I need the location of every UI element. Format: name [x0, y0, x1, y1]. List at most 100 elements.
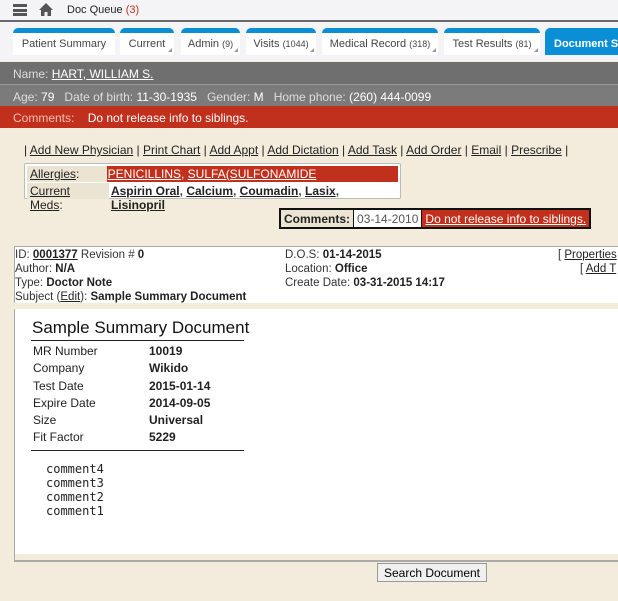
type-value: Doctor Note — [46, 277, 113, 289]
id-label: ID: — [15, 249, 30, 261]
summary-title: Sample Summary Document — [32, 318, 250, 337]
phone-label: Home phone: — [273, 90, 346, 104]
author-label: Author: — [15, 263, 53, 275]
tab-bar: Patient Summary Current Admin (9) Visits… — [0, 22, 618, 61]
dos-value: 01-14-2015 — [322, 249, 382, 261]
patient-name-link[interactable]: HART, WILLIAM S. — [52, 67, 154, 81]
meds-row: Current Meds: Aspirin Oral, Calcium, Cou… — [27, 183, 398, 212]
field-value: Wikido — [149, 361, 189, 376]
rev-label: Revision # — [80, 249, 135, 261]
summary-row: Size Universal — [33, 413, 244, 430]
tab-current[interactable]: Current — [120, 28, 174, 55]
comment-line: comment3 — [46, 476, 104, 490]
dropdown-corner-icon — [432, 48, 436, 52]
comments-label: Comments: — [13, 111, 75, 125]
add-new-physician-link[interactable]: Add New Physician — [30, 143, 133, 157]
comment-date: 03-14-2010 — [354, 210, 422, 227]
summary-table: MR Number 10019 Company Wikido Test Date 20… — [31, 340, 244, 451]
allergy-link[interactable]: PENICILLINS — [108, 167, 181, 181]
field-label: Expire Date — [33, 395, 96, 410]
author-value: N/A — [55, 263, 76, 275]
summary-row: MR Number 10019 — [33, 344, 244, 361]
subject-value: Sample Summary Document — [90, 291, 247, 303]
comment-line: comment2 — [46, 490, 104, 504]
age-label: Age: — [13, 90, 38, 104]
comment-line: comment4 — [46, 462, 104, 476]
location-value: Office — [334, 263, 368, 275]
tab-patient-summary[interactable]: Patient Summary — [13, 28, 115, 55]
field-label: Company — [33, 361, 85, 376]
tab-label: Patient Summary — [21, 38, 107, 50]
add-appt-link[interactable]: Add Appt — [209, 143, 258, 157]
summary-row: Expire Date 2014-09-05 — [33, 396, 244, 413]
email-link[interactable]: Email — [471, 143, 501, 157]
allergies-link[interactable]: Allergies — [30, 167, 76, 181]
field-label: MR Number — [33, 344, 98, 358]
tab-visits[interactable]: Visits (1044) — [246, 28, 316, 55]
med-link[interactable]: Lasix — [305, 184, 336, 198]
top-bar: Doc Queue (3) — [0, 0, 618, 22]
tab-count: (81) — [515, 39, 532, 49]
tab-test-results[interactable]: Test Results (81) — [444, 28, 540, 55]
action-links: | Add New Physician | Print Chart | Add … — [24, 143, 569, 157]
location-label: Location: — [285, 263, 332, 275]
med-link[interactable]: Calcium — [186, 184, 233, 198]
hamburger-menu-icon[interactable] — [13, 4, 27, 16]
create-date-label: Create Date: — [285, 277, 351, 289]
print-chart-link[interactable]: Print Chart — [143, 143, 200, 157]
med-link[interactable]: Coumadin — [240, 184, 299, 198]
field-value: 2014-09-05 — [149, 395, 211, 410]
doc-queue-link[interactable]: Doc Queue (3) — [67, 4, 139, 16]
comment-line: comment1 — [46, 504, 104, 518]
field-value: Universal — [149, 413, 204, 428]
comment-text-link[interactable]: Do not release info to siblings. — [421, 210, 590, 227]
document-info: ID: 0001377 Revision # 0 Author: N/A Typ… — [14, 246, 618, 303]
doc-info-middle: D.O.S: 01-14-2015 Location: Office Creat… — [285, 248, 445, 290]
add-t-link[interactable]: Add T — [586, 263, 616, 275]
field-label: Size — [33, 413, 57, 428]
tab-label: Current — [128, 38, 166, 50]
tab-label: Admin — [187, 38, 220, 50]
meds-list: Aspirin Oral, Calcium, Coumadin, Lasix, … — [110, 184, 340, 212]
dropdown-corner-icon — [310, 48, 314, 52]
dob-value: 11-30-1935 — [136, 90, 197, 104]
phone-value: (260) 444-0099 — [349, 90, 432, 104]
allergies-label: Allergies: — [27, 166, 107, 182]
gender-value: M — [253, 90, 264, 104]
prescribe-link[interactable]: Prescribe — [511, 143, 562, 157]
allergies-meds-box: Allergies: PENICILLINS, SULFA(SULFONAMID… — [24, 163, 401, 212]
summary-comments: comment4 comment3 comment2 comment1 — [46, 462, 104, 518]
meds-link[interactable]: Current Meds — [30, 184, 70, 212]
home-icon[interactable] — [38, 2, 54, 17]
comments-banner: Comments: Do not release info to sibling… — [0, 106, 618, 128]
add-task-link[interactable]: Add Task — [348, 143, 397, 157]
patient-demographics-row: Age: 79 Date of birth: 11-30-1935 Gender… — [0, 84, 618, 106]
search-document-button[interactable]: Search Document — [377, 563, 487, 582]
doc-info-right-2: [ Add T — [580, 263, 617, 275]
field-value: 2015-01-14 — [149, 378, 211, 393]
med-link[interactable]: Aspirin Oral — [111, 184, 180, 198]
tab-label: Visits — [253, 38, 280, 50]
dropdown-corner-icon — [534, 48, 538, 52]
field-value: 5229 — [149, 430, 176, 445]
comments-box-label: Comments: — [281, 210, 355, 227]
doc-id-link[interactable]: 0001377 — [33, 249, 78, 261]
tab-medical-record[interactable]: Medical Record (318) — [322, 28, 438, 55]
add-dictation-link[interactable]: Add Dictation — [267, 143, 338, 157]
subject-label-end: ): — [80, 291, 88, 303]
tab-count: (1044) — [282, 39, 309, 49]
subject-label: Subject ( — [15, 291, 61, 303]
tab-admin[interactable]: Admin (9) — [181, 28, 240, 55]
edit-subject-link[interactable]: Edit — [60, 291, 80, 303]
document-body: Sample Summary Document MR Number 10019 C… — [14, 309, 618, 562]
med-link[interactable]: Lisinopril — [111, 198, 165, 212]
doc-info-right: [ Properties — [558, 249, 617, 261]
properties-link[interactable]: Properties — [564, 249, 616, 261]
age-value: 79 — [41, 90, 55, 104]
name-label: Name: — [13, 67, 49, 81]
gender-label: Gender: — [206, 90, 251, 104]
tab-count: (318) — [409, 39, 431, 49]
tab-documents[interactable]: Document S — [545, 28, 618, 55]
dropdown-corner-icon — [234, 48, 238, 52]
add-order-link[interactable]: Add Order — [406, 143, 461, 157]
